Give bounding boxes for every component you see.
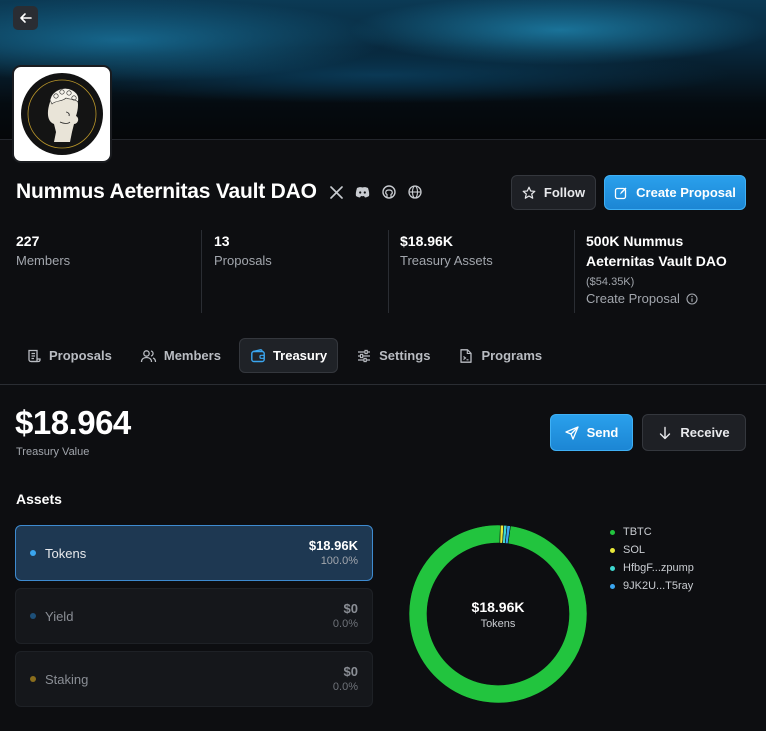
asset-percent: 100.0%: [320, 555, 358, 567]
tab-proposals[interactable]: Proposals: [16, 338, 122, 373]
legend-label: HfbgF...zpump: [623, 562, 694, 574]
asset-dot: [30, 550, 36, 556]
asset-name: Yield: [45, 608, 74, 624]
tab-label: Proposals: [49, 348, 112, 363]
stat-label: Proposals: [214, 253, 272, 268]
stat-value: 13: [214, 233, 230, 249]
tab-bar: Proposals Members Treasury Settings Prog…: [16, 338, 560, 373]
asset-card-yield[interactable]: Yield $0 0.0%: [15, 588, 373, 644]
governance-token-line1: 500K Nummus: [586, 233, 684, 249]
stat-divider: [201, 230, 202, 313]
legend-item: 9JK2U...T5ray: [610, 577, 694, 595]
tab-label: Members: [163, 348, 221, 363]
discord-icon[interactable]: [355, 184, 371, 200]
stat-governance: 500K Nummus Aeternitas Vault DAO ($54.35…: [586, 231, 756, 308]
legend-item: SOL: [610, 541, 694, 559]
stat-divider: [388, 230, 389, 313]
assets-title: Assets: [16, 491, 62, 507]
scroll-icon: [28, 349, 41, 362]
governance-token-line2: Aeternitas Vault DAO: [586, 253, 727, 269]
stat-value: 227: [16, 233, 40, 249]
arrow-left-icon: [19, 13, 32, 23]
follow-button[interactable]: Follow: [511, 175, 596, 210]
dao-avatar: [12, 65, 112, 163]
treasury-value: $18.964: [15, 404, 131, 441]
asset-name: Staking: [45, 671, 89, 687]
title-row: Nummus Aeternitas Vault DAO: [16, 180, 423, 204]
stat-label: Members: [16, 253, 71, 268]
github-icon[interactable]: [381, 184, 397, 200]
globe-icon[interactable]: [407, 184, 423, 200]
governance-link-label: Create Proposal: [586, 291, 680, 306]
asset-dot: [30, 676, 36, 682]
info-icon[interactable]: [686, 293, 698, 305]
receive-button[interactable]: Receive: [642, 414, 746, 451]
create-proposal-button[interactable]: Create Proposal: [604, 175, 746, 210]
legend-dot: [610, 547, 615, 553]
legend-dot: [610, 529, 615, 535]
donut-center-label: Tokens: [480, 618, 516, 630]
send-button[interactable]: Send: [550, 414, 633, 451]
tab-settings[interactable]: Settings: [346, 338, 440, 373]
legend-label: TBTC: [623, 526, 652, 538]
stat-divider: [574, 230, 575, 313]
follow-label: Follow: [543, 185, 586, 200]
users-icon: [140, 349, 156, 362]
governance-usd: ($54.35K): [586, 276, 635, 288]
asset-dot: [30, 613, 36, 619]
tab-label: Treasury: [272, 348, 328, 363]
x-icon[interactable]: [329, 184, 345, 200]
legend-label: 9JK2U...T5ray: [623, 580, 694, 592]
tab-treasury[interactable]: Treasury: [238, 338, 339, 373]
stat-value: $18.96K: [400, 233, 453, 249]
asset-value: $0: [343, 601, 358, 616]
chart-legend: TBTC SOL HfbgF...zpump 9JK2U...T5ray: [610, 523, 694, 595]
legend-dot: [610, 583, 615, 589]
asset-percent: 0.0%: [332, 618, 358, 630]
dao-title: Nummus Aeternitas Vault DAO: [16, 180, 317, 203]
tab-label: Settings: [379, 348, 431, 363]
stat-members: 227 Members: [16, 231, 70, 271]
tab-members[interactable]: Members: [130, 338, 231, 373]
receive-label: Receive: [680, 425, 730, 440]
back-button[interactable]: [13, 6, 38, 30]
dao-logo: [21, 73, 103, 155]
send-icon: [564, 425, 579, 440]
social-links: [329, 184, 423, 200]
legend-item: TBTC: [610, 523, 694, 541]
arrow-down-icon: [660, 426, 671, 439]
asset-percent: 0.0%: [332, 681, 358, 693]
tab-label: Programs: [481, 348, 543, 363]
asset-card-staking[interactable]: Staking $0 0.0%: [15, 651, 373, 707]
create-proposal-label: Create Proposal: [636, 185, 736, 200]
wallet-icon: [251, 348, 265, 362]
stat-proposals: 13 Proposals: [214, 231, 272, 271]
star-icon: [522, 186, 536, 199]
legend-dot: [610, 565, 615, 571]
edit-icon: [614, 187, 627, 199]
tab-programs[interactable]: Programs: [448, 338, 552, 373]
asset-name: Tokens: [45, 545, 87, 561]
donut-center: $18.96K Tokens: [409, 598, 587, 632]
terminal-file-icon: [460, 348, 473, 363]
asset-card-tokens[interactable]: Tokens $18.96K 100.0%: [15, 525, 373, 581]
stat-label: Treasury Assets: [400, 253, 493, 268]
asset-value: $18.96K: [308, 538, 358, 553]
donut-center-value: $18.96K: [471, 599, 525, 615]
tab-divider: [0, 384, 766, 385]
treasury-label: Treasury Value: [16, 446, 90, 458]
legend-label: SOL: [623, 544, 646, 556]
governance-create-proposal-link[interactable]: Create Proposal: [586, 290, 756, 308]
banner: [0, 0, 766, 140]
asset-value: $0: [343, 664, 358, 679]
legend-item: HfbgF...zpump: [610, 559, 694, 577]
sliders-icon: [358, 349, 371, 362]
stat-treasury: $18.96K Treasury Assets: [400, 231, 493, 271]
send-label: Send: [586, 425, 619, 440]
